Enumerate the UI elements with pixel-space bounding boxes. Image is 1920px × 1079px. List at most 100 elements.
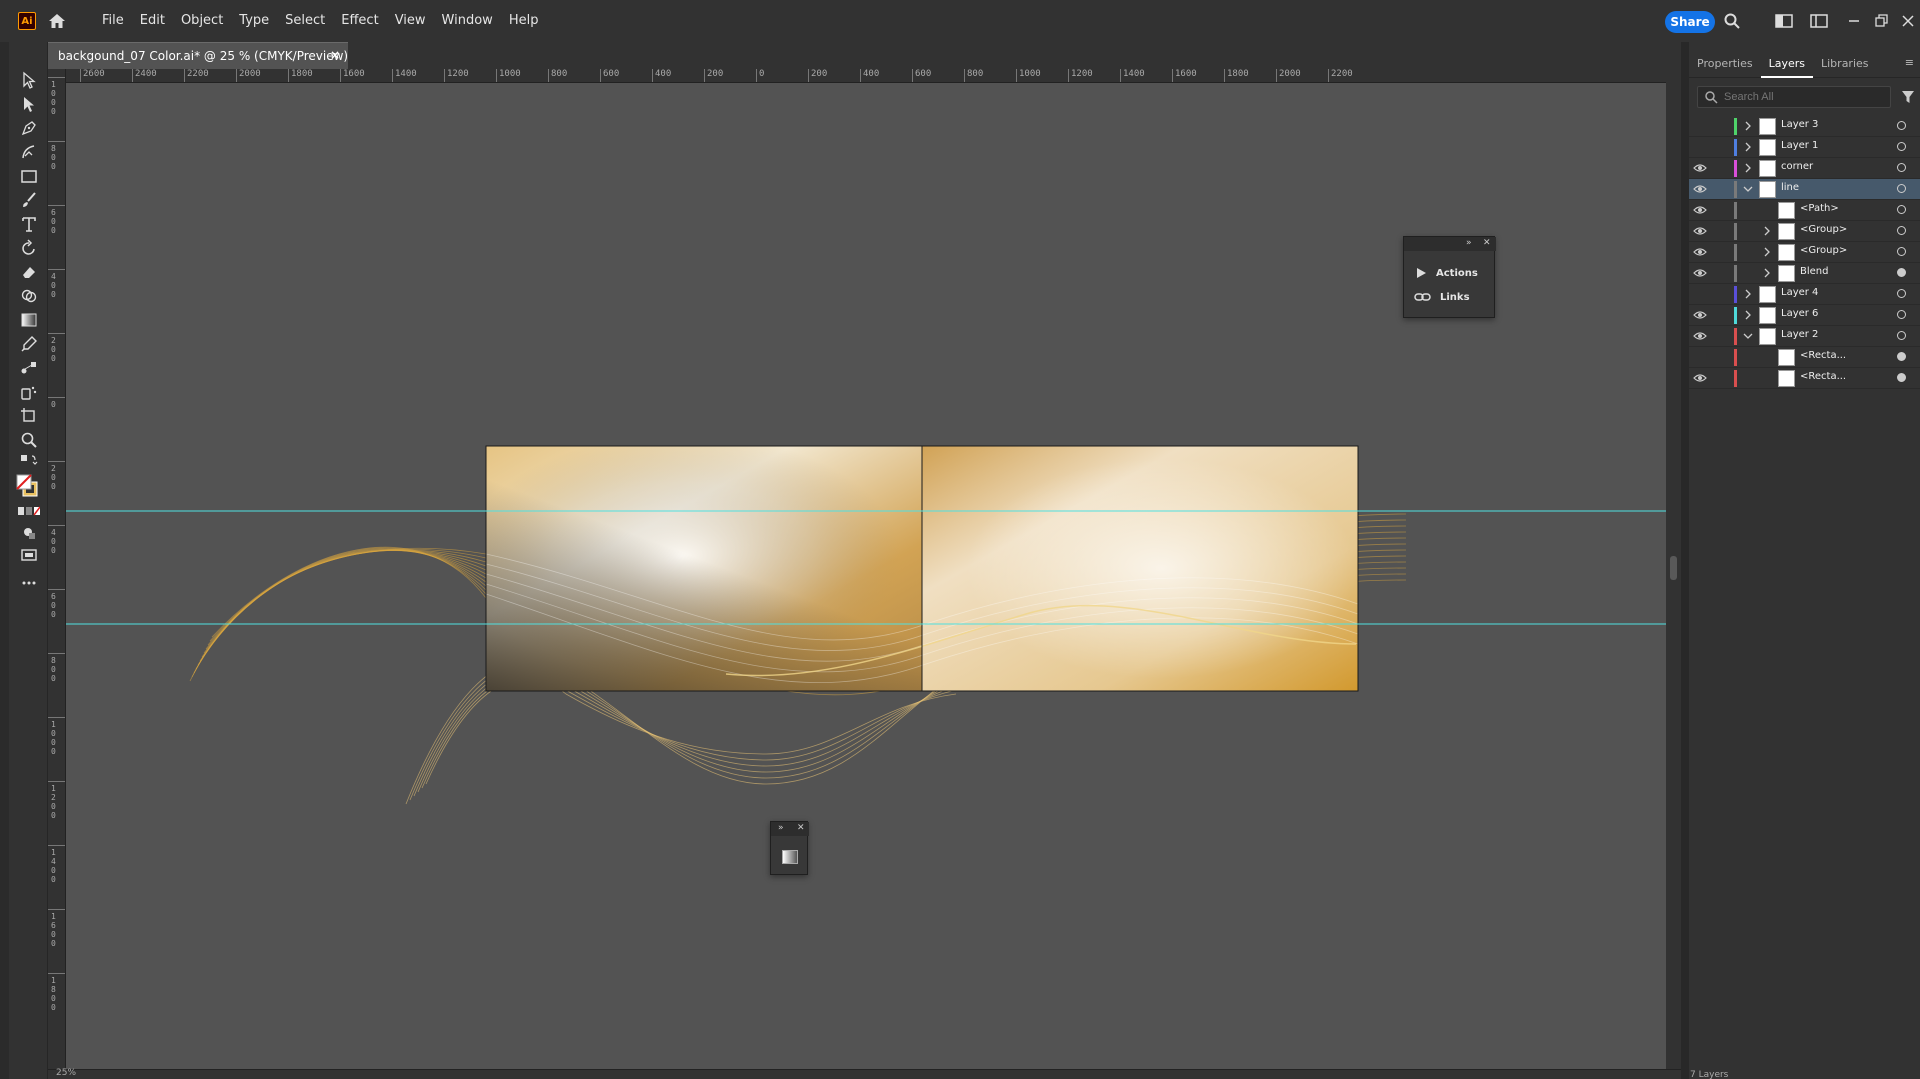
layer-name[interactable]: <Path> — [1800, 203, 1839, 214]
menu-file[interactable]: File — [94, 0, 132, 42]
eraser-tool-icon[interactable] — [18, 261, 40, 283]
layer-row[interactable]: <Recta... — [1689, 368, 1920, 389]
layer-row[interactable]: Blend — [1689, 263, 1920, 284]
visibility-eye-icon[interactable] — [1693, 268, 1707, 278]
panel-separator[interactable] — [1681, 42, 1689, 1079]
layer-name[interactable]: corner — [1781, 161, 1813, 172]
pen-tool-icon[interactable] — [18, 117, 40, 139]
layer-target-icon[interactable] — [1897, 373, 1906, 382]
visibility-eye-icon[interactable] — [1693, 310, 1707, 320]
arrange-documents-icon[interactable] — [1775, 12, 1793, 30]
layer-name[interactable]: Layer 1 — [1781, 140, 1818, 151]
actions-panel-header[interactable]: » ✕ — [1404, 237, 1496, 251]
layer-name[interactable]: Layer 6 — [1781, 308, 1818, 319]
layer-name[interactable]: Layer 4 — [1781, 287, 1818, 298]
chevron-right-icon[interactable] — [1743, 310, 1753, 320]
menu-view[interactable]: View — [387, 0, 434, 42]
layer-row[interactable]: line — [1689, 179, 1920, 200]
document-tab[interactable]: backgound_07 Color.ai* @ 25 % (CMYK/Prev… — [48, 42, 348, 69]
chevron-right-icon[interactable] — [1743, 121, 1753, 131]
menu-edit[interactable]: Edit — [132, 0, 173, 42]
layer-row[interactable]: <Path> — [1689, 200, 1920, 221]
visibility-eye-icon[interactable] — [1693, 184, 1707, 194]
close-icon[interactable] — [1899, 12, 1917, 30]
layer-target-icon[interactable] — [1897, 142, 1906, 151]
menu-object[interactable]: Object — [173, 0, 231, 42]
close-panel-icon[interactable]: ✕ — [1483, 238, 1491, 248]
visibility-eye-icon[interactable] — [1693, 373, 1707, 383]
fill-stroke-swatches[interactable] — [14, 472, 42, 500]
close-panel-icon[interactable]: ✕ — [797, 823, 805, 833]
layer-name[interactable]: Layer 3 — [1781, 119, 1818, 130]
chevron-right-icon[interactable] — [1762, 247, 1772, 257]
chevron-right-icon[interactable] — [1743, 163, 1753, 173]
layer-target-icon[interactable] — [1897, 184, 1906, 193]
chevron-right-icon[interactable] — [1743, 289, 1753, 299]
layer-target-icon[interactable] — [1897, 163, 1906, 172]
chevron-down-icon[interactable] — [1743, 184, 1753, 194]
layer-target-icon[interactable] — [1897, 331, 1906, 340]
vertical-ruler[interactable]: 1000 800 600 400 200 0 200 400 600 800 1000 1200 140… — [48, 69, 66, 1069]
menu-help[interactable]: Help — [501, 0, 547, 42]
type-tool-icon[interactable] — [18, 213, 40, 235]
layer-target-icon[interactable] — [1897, 289, 1906, 298]
vertical-scrollbar[interactable] — [1666, 69, 1681, 1069]
filter-icon[interactable] — [1901, 90, 1915, 104]
layer-row[interactable]: Layer 3 — [1689, 116, 1920, 137]
menu-type[interactable]: Type — [231, 0, 277, 42]
layer-name[interactable]: <Group> — [1800, 245, 1847, 256]
layer-row[interactable]: corner — [1689, 158, 1920, 179]
visibility-eye-icon[interactable] — [1693, 331, 1707, 341]
layer-row[interactable]: Layer 2 — [1689, 326, 1920, 347]
direct-selection-tool-icon[interactable] — [18, 93, 40, 115]
blend-tool-icon[interactable] — [18, 357, 40, 379]
paintbrush-tool-icon[interactable] — [18, 189, 40, 211]
chevron-right-icon[interactable] — [1762, 268, 1772, 278]
layer-name[interactable]: Blend — [1800, 266, 1828, 277]
rotate-tool-icon[interactable] — [18, 237, 40, 259]
layer-row[interactable]: Layer 6 — [1689, 305, 1920, 326]
layer-row[interactable]: Layer 4 — [1689, 284, 1920, 305]
vertical-scroll-thumb[interactable] — [1670, 556, 1677, 580]
screen-mode-icon[interactable] — [18, 544, 40, 566]
expand-panel-icon[interactable]: » — [1466, 238, 1472, 248]
tab-properties[interactable]: Properties — [1689, 50, 1761, 78]
layer-target-icon[interactable] — [1897, 247, 1906, 256]
symbol-sprayer-tool-icon[interactable] — [18, 381, 40, 403]
artwork[interactable] — [66, 84, 1666, 1069]
rectangle-tool-icon[interactable] — [18, 165, 40, 187]
draw-mode-icon[interactable] — [18, 522, 40, 544]
visibility-eye-icon[interactable] — [1693, 226, 1707, 236]
gradient-tool-icon[interactable] — [18, 309, 40, 331]
menu-window[interactable]: Window — [434, 0, 501, 42]
layer-target-icon[interactable] — [1897, 226, 1906, 235]
layer-target-icon[interactable] — [1897, 205, 1906, 214]
layer-target-icon[interactable] — [1897, 121, 1906, 130]
layer-search-input[interactable] — [1724, 89, 1884, 105]
gradient-swatch-icon[interactable] — [782, 850, 798, 864]
gradient-panel-header[interactable]: » ✕ — [771, 822, 809, 836]
curvature-tool-icon[interactable] — [18, 141, 40, 163]
share-button[interactable]: Share — [1665, 11, 1715, 33]
color-mode-icons[interactable] — [18, 504, 40, 518]
layer-row[interactable]: <Group> — [1689, 242, 1920, 263]
search-icon[interactable] — [1723, 12, 1741, 30]
home-icon[interactable] — [47, 12, 67, 30]
actions-panel-button[interactable]: Actions — [1414, 263, 1478, 283]
layer-row[interactable]: <Group> — [1689, 221, 1920, 242]
swap-fill-stroke-icon[interactable] — [18, 452, 40, 468]
zoom-tool-icon[interactable] — [18, 429, 40, 451]
visibility-eye-icon[interactable] — [1693, 163, 1707, 173]
minimize-icon[interactable] — [1845, 12, 1863, 30]
layer-name[interactable]: <Group> — [1800, 224, 1847, 235]
zoom-level[interactable]: 25% — [56, 1068, 76, 1078]
layer-name[interactable]: <Recta... — [1800, 350, 1846, 361]
artboard-canvas[interactable]: » ✕ — [66, 84, 1666, 1069]
layer-name[interactable]: line — [1781, 182, 1799, 193]
artboard-tool-icon[interactable] — [18, 405, 40, 427]
layer-name[interactable]: <Recta... — [1800, 371, 1846, 382]
layer-row[interactable]: <Recta... — [1689, 347, 1920, 368]
expand-panel-icon[interactable]: » — [778, 823, 784, 833]
layer-target-icon[interactable] — [1897, 268, 1906, 277]
links-panel-button[interactable]: Links — [1414, 287, 1470, 307]
